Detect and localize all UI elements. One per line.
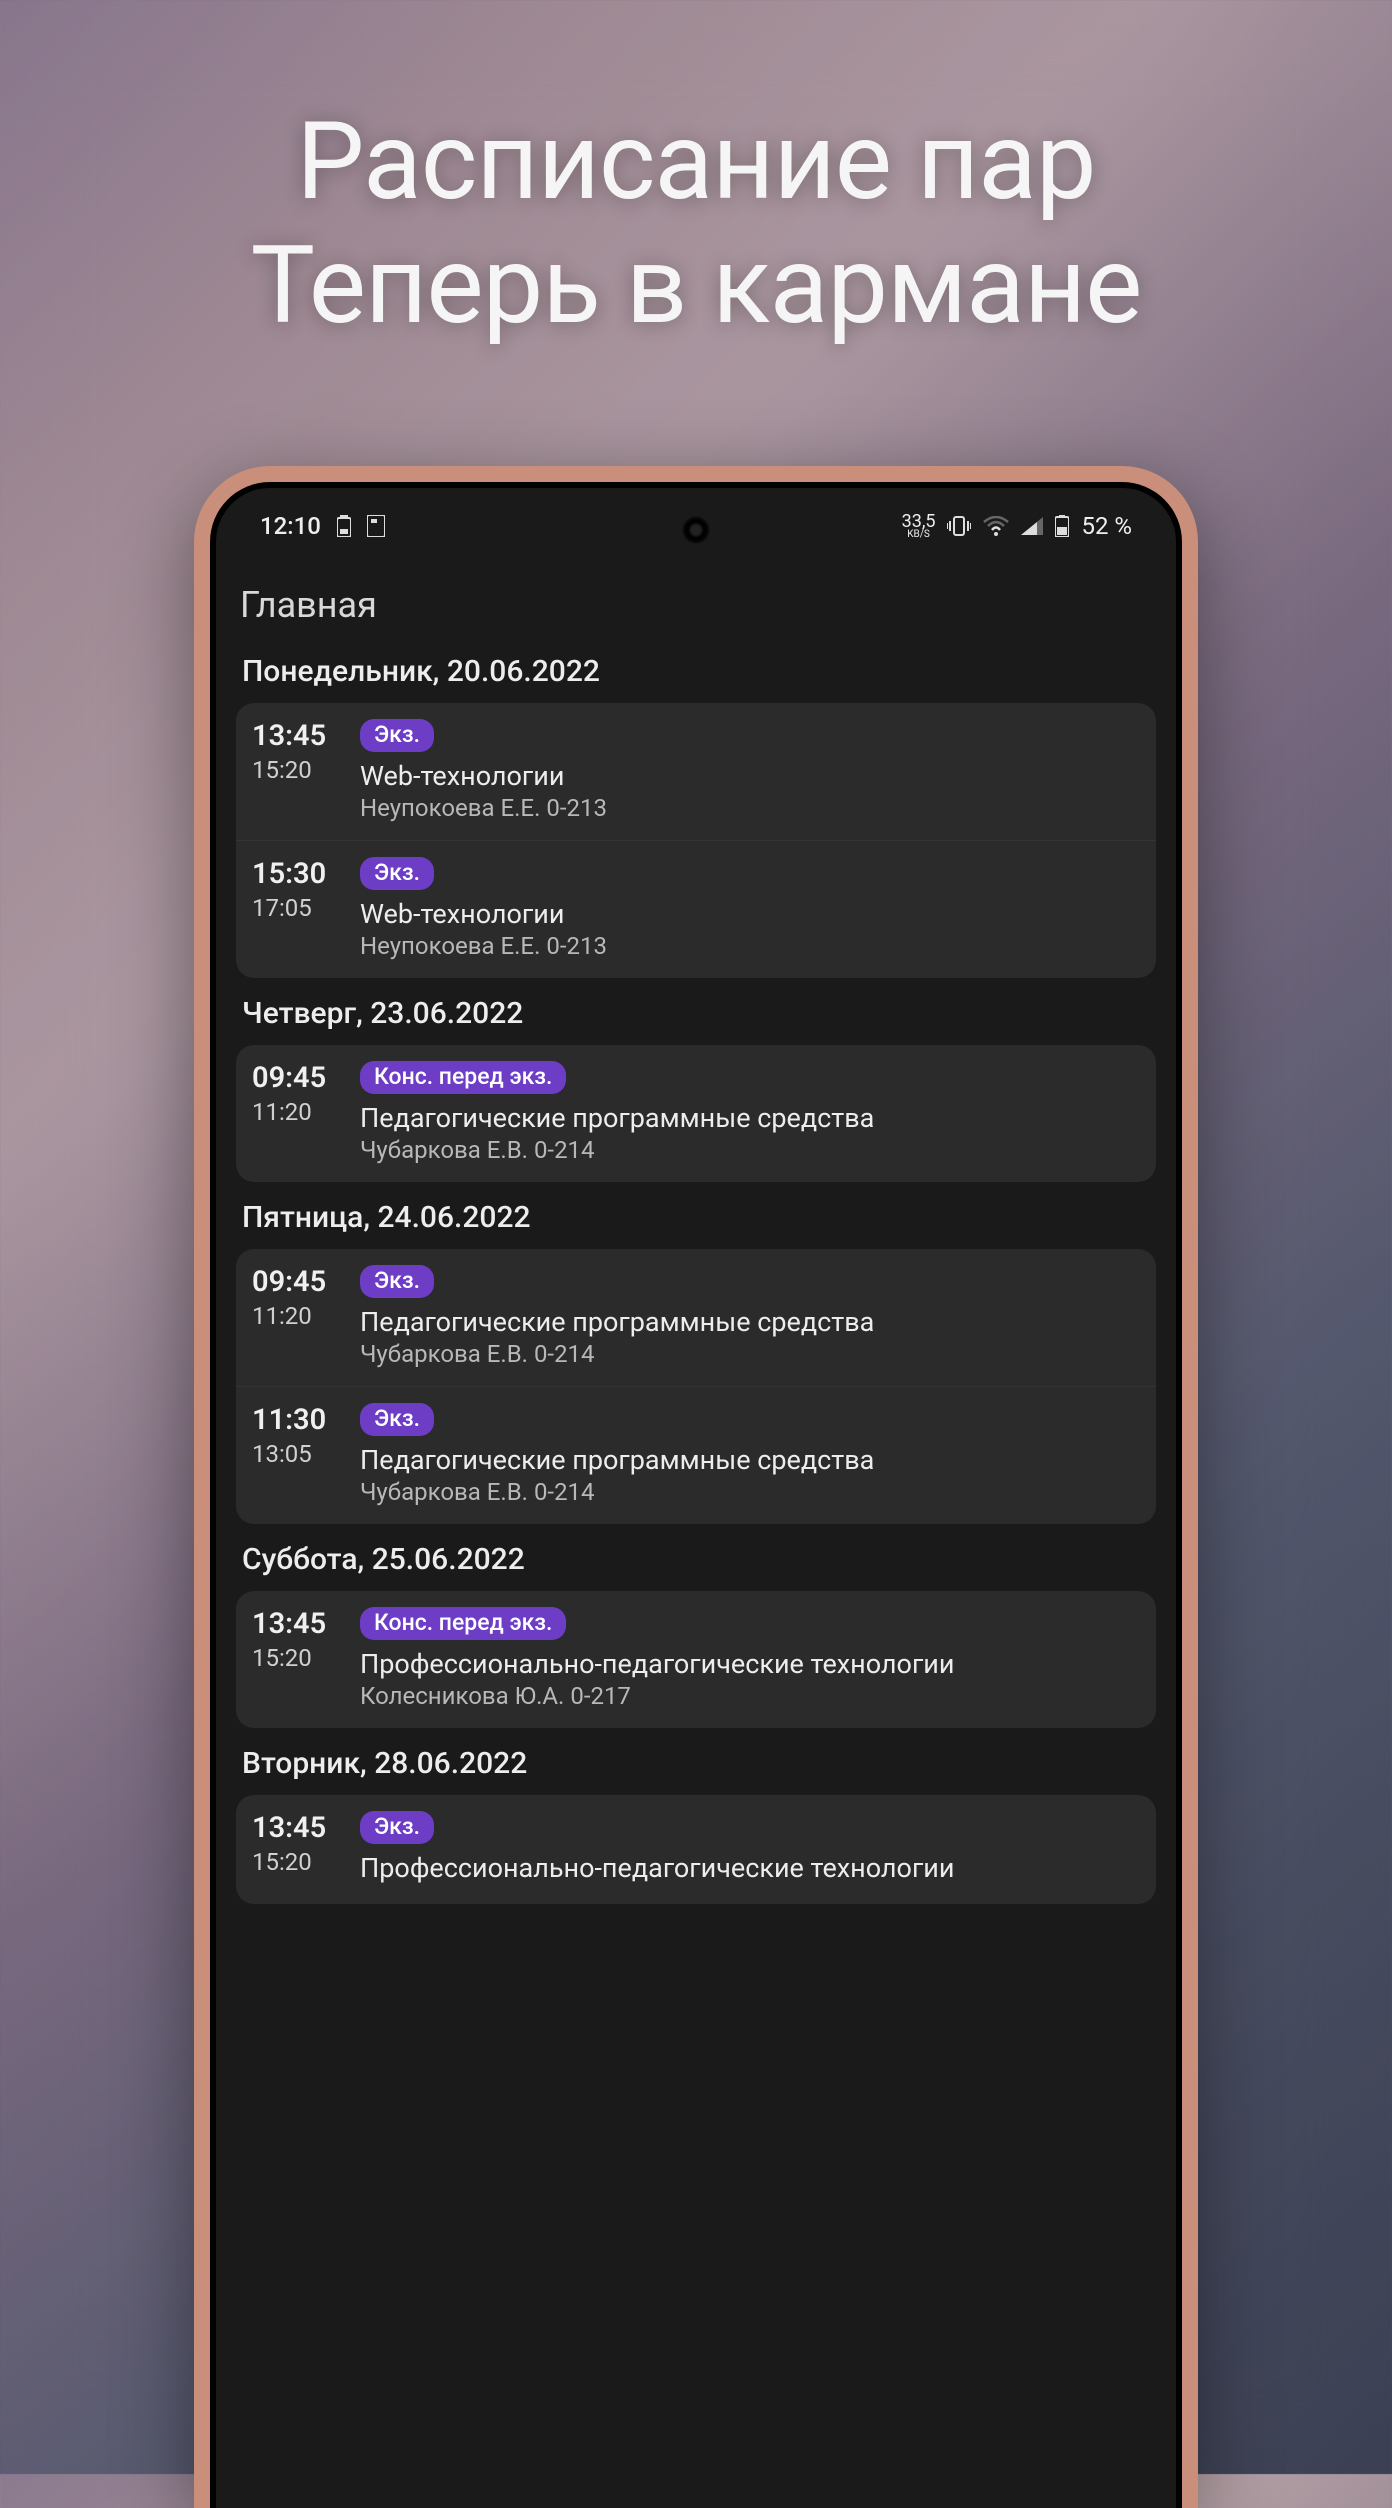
lesson-type-badge: Экз. xyxy=(360,719,434,752)
time-end: 15:20 xyxy=(252,1644,338,1672)
time-end: 15:20 xyxy=(252,1848,338,1876)
lesson-subtitle: Колесникова Ю.А. 0-217 xyxy=(360,1682,1142,1710)
time-column: 13:4515:20 xyxy=(250,719,338,822)
time-column: 09:4511:20 xyxy=(250,1265,338,1368)
time-end: 11:20 xyxy=(252,1302,338,1330)
time-end: 17:05 xyxy=(252,894,338,922)
time-start: 11:30 xyxy=(252,1403,338,1438)
vibrate-icon xyxy=(947,515,971,537)
lesson-title: Профессионально-педагогические технологи… xyxy=(360,1648,1142,1680)
time-column: 13:4515:20 xyxy=(250,1811,338,1886)
time-start: 15:30 xyxy=(252,857,338,892)
lesson-subtitle: Чубаркова Е.В. 0-214 xyxy=(360,1136,1142,1164)
camera-notch xyxy=(682,516,710,544)
lesson-content: Конс. перед экз. Педагогические программн… xyxy=(360,1061,1142,1164)
lesson-type-badge: Экз. xyxy=(360,1403,434,1436)
day-card: 09:4511:20 Конс. перед экз. Педагогические… xyxy=(236,1045,1156,1182)
day-card: 13:4515:20 Конс. перед экз. Профессиональн… xyxy=(236,1591,1156,1728)
lesson-content: Экз. Web-технологииНеупокоева Е.Е. 0-213 xyxy=(360,719,1142,822)
day-group: Четверг, 23.06.202209:4511:20Конс. перед… xyxy=(236,982,1156,1182)
lesson-row[interactable]: 13:4515:20 Конс. перед экз. Профессиональн… xyxy=(236,1591,1156,1728)
battery-icon xyxy=(1055,515,1069,537)
status-time: 12:10 xyxy=(260,512,321,540)
lesson-row[interactable]: 09:4511:20 Экз. Педагогические программные… xyxy=(236,1249,1156,1386)
day-group: Вторник, 28.06.2022 13:4515:20 Экз. Професс… xyxy=(236,1732,1156,1904)
page-title: Главная xyxy=(236,584,1156,626)
lesson-row[interactable]: 11:3013:05 Экз. Педагогические программные… xyxy=(236,1386,1156,1524)
battery-percent: 52 % xyxy=(1081,512,1132,540)
wifi-icon xyxy=(983,516,1009,536)
day-card: 13:4515:20Экз.Web-технологииНеупокоева Е… xyxy=(236,703,1156,978)
lesson-title: Педагогические программные средства xyxy=(360,1102,1142,1134)
lesson-title: Педагогические программные средства xyxy=(360,1444,1142,1476)
time-start: 13:45 xyxy=(252,1607,338,1642)
lesson-title: Профессионально-педагогические технологи… xyxy=(360,1852,1142,1884)
time-end: 15:20 xyxy=(252,756,338,784)
time-end: 11:20 xyxy=(252,1098,338,1126)
lesson-title: Педагогические программные средства xyxy=(360,1306,1142,1338)
lesson-row[interactable]: 15:3017:05 Экз. Web-технологииНеупокоева Е… xyxy=(236,840,1156,978)
time-start: 09:45 xyxy=(252,1061,338,1096)
lesson-row[interactable]: 13:4515:20 Экз. Профессионально-педагогиче… xyxy=(236,1795,1156,1904)
day-card: 13:4515:20 Экз. Профессионально-педагогиче… xyxy=(236,1795,1156,1904)
card-icon xyxy=(367,515,385,537)
day-header: Пятница, 24.06.2022 xyxy=(236,1186,1156,1249)
lesson-content: Конс. перед экз. Профессионально-педагоги… xyxy=(360,1607,1142,1710)
day-header: Четверг, 23.06.2022 xyxy=(236,982,1156,1045)
day-group: Пятница, 24.06.2022 09:4511:20 Экз. Педагог… xyxy=(236,1186,1156,1524)
promo-line-1: Расписание пар xyxy=(0,100,1392,224)
day-card: 09:4511:20 Экз. Педагогические программные… xyxy=(236,1249,1156,1524)
lesson-content: Экз. Педагогические программные средстваЧ… xyxy=(360,1403,1142,1506)
network-speed: 33,5 KB/S xyxy=(902,514,936,539)
time-start: 13:45 xyxy=(252,719,338,754)
time-column: 15:3017:05 xyxy=(250,857,338,960)
lesson-type-badge: Экз. xyxy=(360,857,434,890)
lesson-content: Экз. Педагогические программные средстваЧ… xyxy=(360,1265,1142,1368)
day-header: Вторник, 28.06.2022 xyxy=(236,1732,1156,1795)
lesson-type-badge: Экз. xyxy=(360,1811,434,1844)
lesson-title: Web-технологии xyxy=(360,898,1142,930)
lesson-subtitle: Чубаркова Е.В. 0-214 xyxy=(360,1340,1142,1368)
phone-frame: 12:10 33,5 KB/S xyxy=(194,466,1198,2508)
lesson-subtitle: Неупокоева Е.Е. 0-213 xyxy=(360,794,1142,822)
time-column: 13:4515:20 xyxy=(250,1607,338,1710)
lesson-row[interactable]: 09:4511:20 Конс. перед экз. Педагогические… xyxy=(236,1045,1156,1182)
time-column: 11:3013:05 xyxy=(250,1403,338,1506)
time-start: 13:45 xyxy=(252,1811,338,1846)
day-group: Суббота, 25.06.202213:4515:20Конс. перед… xyxy=(236,1528,1156,1728)
day-header: Суббота, 25.06.2022 xyxy=(236,1528,1156,1591)
time-column: 09:4511:20 xyxy=(250,1061,338,1164)
lesson-content: Экз. Профессионально-педагогические техно… xyxy=(360,1811,1142,1886)
lesson-type-badge: Конс. перед экз. xyxy=(360,1061,566,1094)
time-end: 13:05 xyxy=(252,1440,338,1468)
promo-heading: Расписание пар Теперь в кармане xyxy=(0,0,1392,348)
lesson-type-badge: Конс. перед экз. xyxy=(360,1607,566,1640)
lesson-type-badge: Экз. xyxy=(360,1265,434,1298)
app-content[interactable]: Главная Понедельник, 20.06.202213:4515:2… xyxy=(216,548,1176,1904)
day-header: Понедельник, 20.06.2022 xyxy=(236,654,1156,703)
lesson-title: Web-технологии xyxy=(360,760,1142,792)
battery-small-icon xyxy=(337,515,351,537)
promo-line-2: Теперь в кармане xyxy=(0,224,1392,348)
lesson-subtitle: Неупокоева Е.Е. 0-213 xyxy=(360,932,1142,960)
signal-icon xyxy=(1021,517,1043,535)
lesson-subtitle: Чубаркова Е.В. 0-214 xyxy=(360,1478,1142,1506)
lesson-content: Экз. Web-технологииНеупокоева Е.Е. 0-213 xyxy=(360,857,1142,960)
phone-screen: 12:10 33,5 KB/S xyxy=(216,488,1176,2508)
day-group: Понедельник, 20.06.2022 13:4515:20 Экз. Web… xyxy=(236,654,1156,978)
lesson-row[interactable]: 13:4515:20 Экз. Web-технологииНеупокоева Е… xyxy=(236,703,1156,840)
time-start: 09:45 xyxy=(252,1265,338,1300)
